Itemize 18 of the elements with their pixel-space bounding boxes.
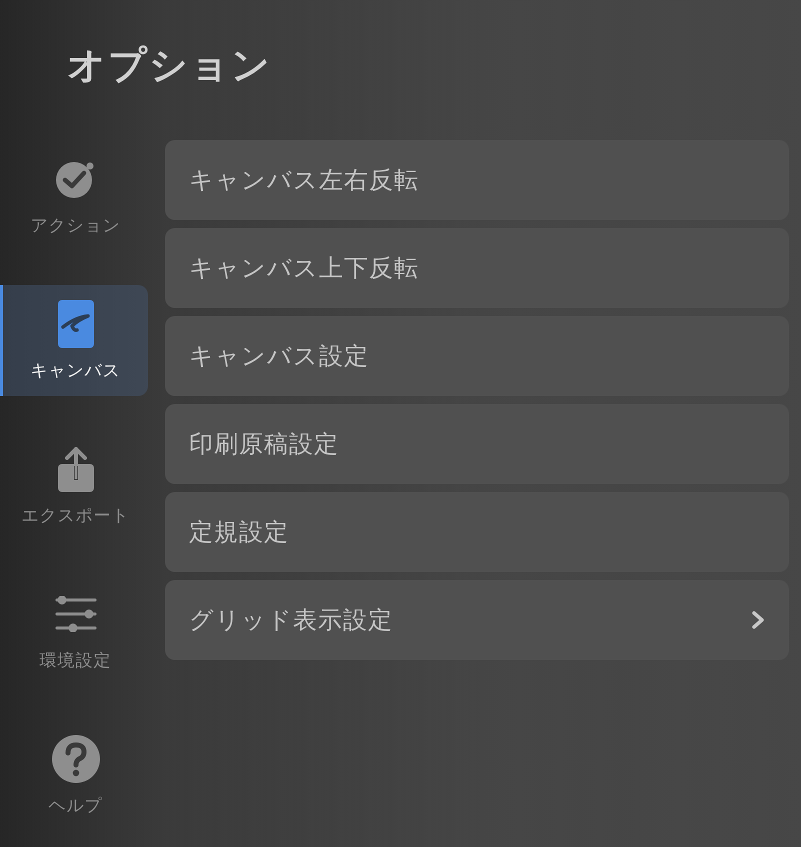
sidebar-item[interactable]: 環境設定 [0,575,148,686]
menu-item[interactable]: キャンバス設定 [165,316,789,396]
sidebar-item[interactable]: エクスポート [0,430,148,541]
sliders-icon [54,596,96,632]
canvas-icon [58,300,94,348]
help-icon [52,735,100,783]
menu-item[interactable]: 定規設定 [165,492,789,572]
menu-item[interactable]: 印刷原稿設定 [165,404,789,484]
menu-item[interactable]: キャンバス上下反転 [165,228,789,308]
share-icon [58,446,94,492]
sidebar-item[interactable]: ヘルプ [0,720,148,831]
check-circle-icon [54,159,96,199]
menu-item[interactable]: キャンバス左右反転 [165,140,789,220]
menu-item[interactable]: グリッド表示設定 [165,580,789,660]
page-title: オプション [67,42,272,89]
sidebar-item[interactable]: アクション [0,140,148,251]
chevron-right-icon [751,610,765,630]
sidebar-item[interactable]: キャンバス [0,285,148,396]
